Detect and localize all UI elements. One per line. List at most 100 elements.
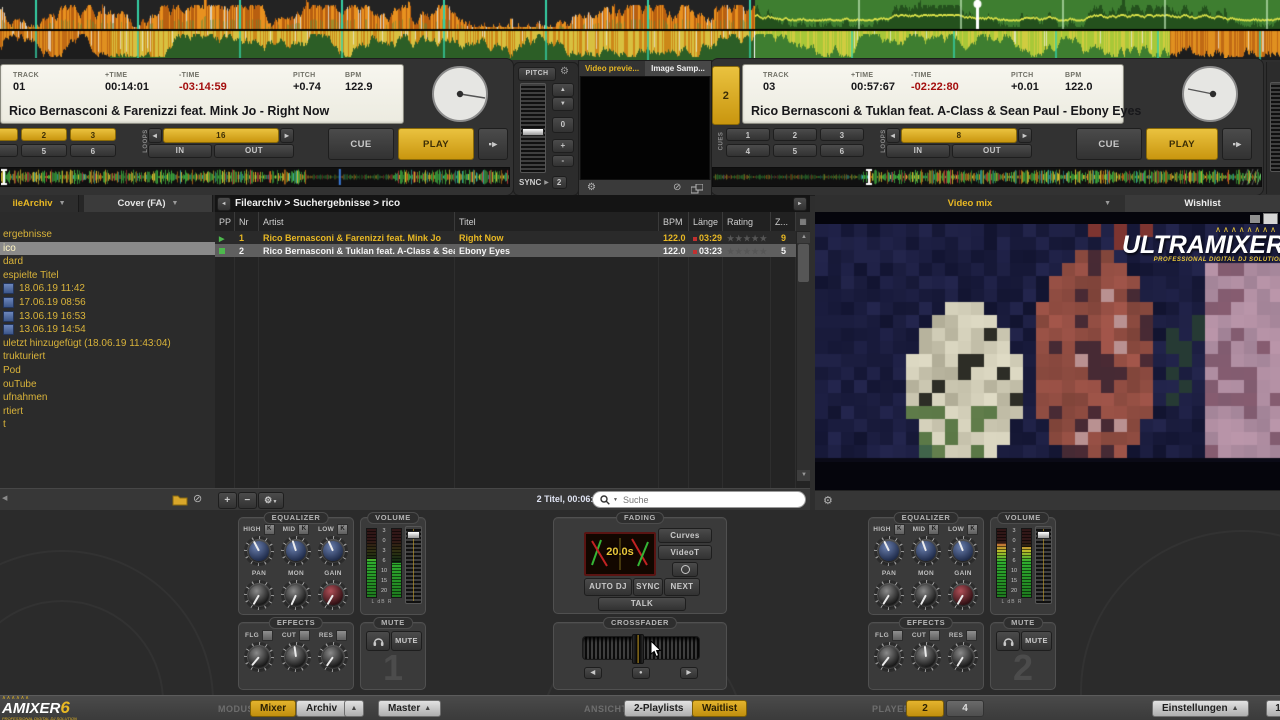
crossfade-center-button[interactable]: ● — [632, 667, 650, 679]
cue-point-button[interactable]: 4 — [0, 144, 18, 157]
kill-button[interactable]: K — [967, 524, 978, 535]
low-knob[interactable] — [318, 536, 348, 566]
mid-knob[interactable] — [281, 536, 311, 566]
search-filter-caret-icon[interactable]: ▼ — [613, 497, 618, 503]
curves-button[interactable]: Curves — [658, 528, 712, 543]
pitch-fader[interactable] — [520, 83, 546, 173]
sidebar-item[interactable]: espielte Titel — [3, 269, 215, 282]
column-settings-icon[interactable]: ▦ — [796, 212, 810, 231]
kill-button[interactable]: K — [298, 524, 309, 535]
folder-icon[interactable] — [172, 493, 188, 506]
pitch-zero-button[interactable]: 0 — [552, 117, 574, 133]
scrollbar-thumb[interactable] — [798, 244, 809, 282]
fx-toggle-button[interactable] — [892, 630, 903, 641]
pitch-fader-handle[interactable] — [522, 128, 544, 136]
sync-button[interactable]: SYNC — [633, 578, 663, 596]
crossfader-handle[interactable] — [632, 634, 644, 664]
cue-point-button[interactable]: 3 — [820, 128, 864, 141]
stop-button[interactable]: ▪▸ — [1222, 128, 1252, 160]
pitch-bend-down-button[interactable]: ▼ — [552, 97, 574, 111]
tab-video-mix[interactable]: Video mix ▼ — [815, 195, 1126, 212]
view-2playlists-button[interactable]: 2-Playlists — [624, 700, 693, 717]
auto-dj-button[interactable]: AUTO DJ — [584, 578, 632, 596]
loop-in-button[interactable]: IN — [148, 144, 212, 158]
deck2-track-waveform[interactable] — [712, 167, 1262, 187]
gain-knob[interactable] — [948, 580, 978, 610]
kill-button[interactable]: K — [264, 524, 275, 535]
cue-point-button[interactable]: 3 — [70, 128, 116, 141]
pitch-settings-gear-icon[interactable]: ⚙ — [560, 66, 569, 77]
sidebar-collapse-icon[interactable]: ◀ — [2, 494, 7, 502]
remove-track-button[interactable]: − — [238, 492, 257, 509]
stop-button[interactable]: ▪▸ — [478, 128, 508, 160]
cue-point-button[interactable]: 6 — [820, 144, 864, 157]
low-knob[interactable] — [948, 536, 978, 566]
sidebar-item[interactable]: Pod — [3, 364, 215, 377]
fx-toggle-button[interactable] — [966, 630, 977, 641]
play-button[interactable]: PLAY — [1146, 128, 1218, 160]
volume-fader[interactable] — [405, 526, 422, 604]
deck2-tab[interactable]: 2 — [712, 66, 740, 125]
search-input[interactable] — [621, 494, 798, 506]
scroll-down-icon[interactable]: ▼ — [797, 470, 810, 481]
preview-settings-gear-icon[interactable]: ⚙ — [587, 182, 596, 193]
volume-fader-handle[interactable] — [407, 531, 420, 539]
video-transition-button[interactable]: VideoT — [658, 545, 712, 560]
play-button[interactable]: PLAY — [398, 128, 474, 160]
pitch-minus-button[interactable]: - — [552, 155, 574, 167]
volume-fader[interactable] — [1035, 526, 1052, 604]
column-header[interactable]: Artist — [259, 212, 455, 231]
column-header[interactable]: Länge — [689, 212, 723, 231]
sidebar-item[interactable]: 13.06.19 16:53 — [3, 310, 215, 323]
tab-image-sampler[interactable]: Image Samp... — [645, 61, 711, 76]
cue-button[interactable]: CUE — [328, 128, 394, 160]
table-row[interactable]: ▶1Rico Bernasconi & Farenizzi feat. Mink… — [215, 231, 796, 244]
pan-knob[interactable] — [874, 580, 904, 610]
jog-wheel[interactable] — [430, 64, 490, 124]
sidebar-item[interactable]: ergebnisse — [3, 228, 215, 241]
high-knob[interactable] — [244, 536, 274, 566]
settings-button[interactable]: Einstellungen▲ — [1152, 700, 1249, 717]
sidebar-item[interactable]: 17.06.19 08:56 — [3, 296, 215, 309]
fullscreen-icon[interactable] — [691, 184, 703, 194]
sidebar-item[interactable]: dard — [3, 255, 215, 268]
column-header[interactable]: Rating — [723, 212, 771, 231]
block-icon[interactable]: ⊘ — [193, 492, 202, 505]
fx-toggle-button[interactable] — [299, 630, 310, 641]
sync-label[interactable]: SYNC — [519, 178, 541, 187]
sidebar-item[interactable]: ouTube — [3, 378, 215, 391]
talk-button[interactable]: TALK — [598, 597, 686, 611]
rating-stars[interactable]: ★★★★★ — [727, 234, 768, 243]
cue-button[interactable]: CUE — [1076, 128, 1142, 160]
view-waitlist-button[interactable]: Waitlist — [692, 700, 747, 717]
cue-point-button[interactable]: 4 — [726, 144, 770, 157]
video-settings-gear-icon[interactable]: ⚙ — [823, 494, 833, 507]
sidebar-item[interactable]: ufnahmen — [3, 391, 215, 404]
kill-button[interactable]: K — [928, 524, 939, 535]
vertical-scrollbar[interactable]: ▲ ▼ — [796, 231, 810, 482]
gain-knob[interactable] — [318, 580, 348, 610]
pitch-fader[interactable] — [1270, 82, 1280, 172]
pitch-bend-up-button[interactable]: ▲ — [552, 83, 574, 97]
loop-increase-button[interactable]: ▸ — [1018, 128, 1032, 143]
kill-button[interactable]: K — [894, 524, 905, 535]
sidebar-item[interactable]: uletzt hinzugefügt (18.06.19 11:43:04) — [3, 337, 215, 350]
high-knob[interactable] — [874, 536, 904, 566]
sidebar-item[interactable]: ico — [0, 242, 215, 255]
panel-restore-icon[interactable] — [1250, 215, 1260, 223]
loop-out-button[interactable]: OUT — [952, 144, 1032, 158]
no-video-icon[interactable]: ⊘ — [673, 182, 681, 193]
modus-expand-button[interactable]: ▲ — [344, 700, 364, 717]
table-row[interactable]: 2Rico Bernasconi & Tuklan feat. A-Class … — [215, 244, 796, 257]
cue-point-button[interactable]: 5 — [773, 144, 817, 157]
tab-filearchiv[interactable]: ileArchiv▼ — [0, 195, 79, 212]
column-header[interactable]: PP — [215, 212, 235, 231]
crossfade-left-button[interactable]: ◀ — [584, 667, 602, 679]
cue-point-button[interactable]: 2 — [773, 128, 817, 141]
res-knob[interactable] — [948, 642, 978, 672]
sidebar-item[interactable]: 18.06.19 11:42 — [3, 282, 215, 295]
tab-video-preview[interactable]: Video previe... — [579, 61, 645, 76]
cue-point-button[interactable]: 5 — [21, 144, 67, 157]
rating-stars[interactable]: ★★★★★ — [727, 247, 768, 256]
cue-point-button[interactable]: 1 — [0, 128, 18, 141]
